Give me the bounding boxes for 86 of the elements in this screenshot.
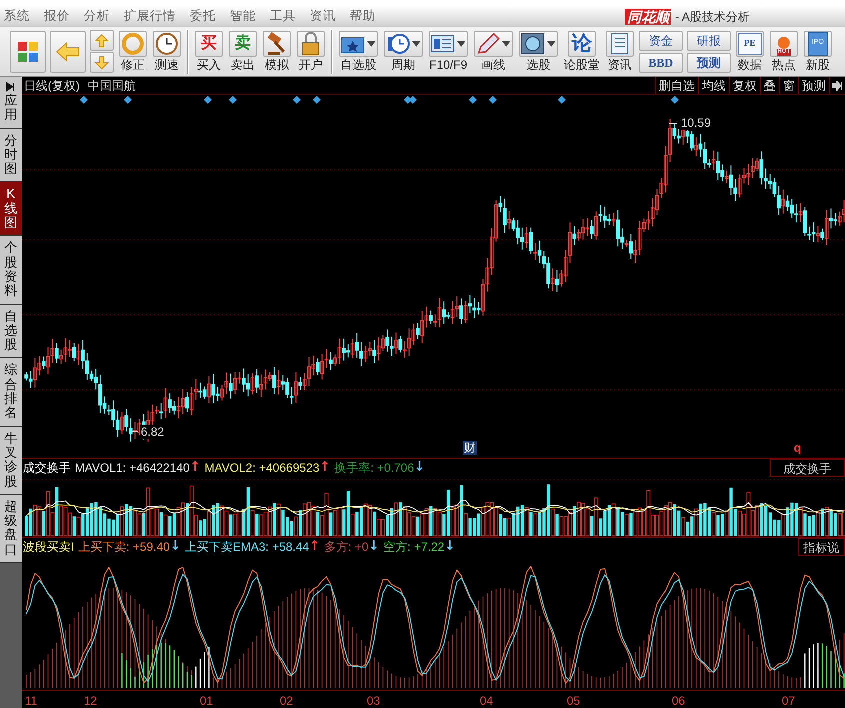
axis-month-label: 05 (567, 693, 580, 708)
chart-toolbar-button[interactable]: 窗 (779, 77, 798, 94)
axis-month-label: 11 (25, 693, 38, 708)
chart-toolbar-button[interactable]: 预测 (798, 77, 829, 94)
caret-icon (367, 40, 376, 46)
menu-item[interactable]: 资讯 (310, 7, 336, 26)
toolbar-button[interactable] (50, 30, 86, 72)
indicator-reading: 上买下卖EMA3: +58.44 (184, 539, 310, 556)
caret-icon (547, 40, 556, 46)
high-price-label: 10.59 (680, 116, 712, 130)
trend-arrow: ↑ (190, 458, 201, 477)
sidebar-tab[interactable]: 个股资料 (0, 236, 22, 305)
indicator-panel-title: 波段买卖I (23, 539, 74, 556)
up-arrow-icon (95, 34, 109, 48)
menu-item[interactable]: 报价 (44, 7, 70, 26)
indicator-reading: 空方: +7.22 (384, 539, 445, 556)
menu-item[interactable]: 工具 (270, 7, 296, 26)
axis-month-label: 12 (84, 693, 98, 708)
axis-month-label: 02 (280, 693, 294, 708)
sidebar-tab[interactable]: 超级盘口 (0, 494, 22, 564)
trend-arrow: ↓ (444, 538, 456, 556)
toolbar-button[interactable]: 预测 (687, 52, 731, 72)
sidebar-tab[interactable]: 牛叉诊股 (0, 426, 22, 495)
stock-name: 中国国航 (88, 78, 136, 94)
volume-panel-title: 成交换手 (23, 460, 71, 476)
sidebar-tab[interactable]: 综合排名 (0, 358, 22, 427)
pe-data-icon: PE (738, 32, 762, 54)
panel-indicator-button[interactable]: 成交换手 (770, 458, 845, 476)
chart-toolbar-button[interactable]: 删自选 (655, 77, 698, 94)
pencil-icon (475, 32, 501, 56)
chart-event-marker[interactable]: 财 (463, 441, 477, 455)
sidebar-tab[interactable]: 自选股 (0, 304, 22, 358)
caret-icon (412, 40, 421, 46)
menu-item[interactable]: 分析 (84, 7, 110, 26)
indicator-help-button[interactable]: 指标说 (798, 538, 845, 556)
app-logo: 同花顺 (625, 8, 672, 24)
arrow-right-icon (832, 80, 843, 90)
down-arrow-icon (95, 56, 109, 70)
trend-arrow: ↑ (309, 538, 320, 556)
toolbar-button[interactable]: 论 论股堂 (563, 30, 601, 72)
sidebar-tab[interactable]: 应用 (0, 77, 22, 129)
toolbar-button[interactable]: 资金 (639, 30, 683, 50)
axis-month-label: 06 (672, 693, 686, 708)
chart-period: 日线(复权) (24, 78, 80, 94)
axis-month-label: 03 (367, 693, 380, 708)
collapse-panel-button[interactable] (829, 77, 845, 94)
sidebar-tab[interactable]: K线图 (0, 182, 22, 236)
indicator-reading: 换手率: +0.706 (334, 460, 414, 476)
sell-glyph-icon: 卖 (231, 32, 255, 56)
back-arrow-icon (55, 40, 81, 62)
caret-icon (457, 40, 466, 46)
clock-chart-icon (385, 32, 411, 56)
menu-item[interactable]: 委托 (190, 7, 216, 26)
menu-item[interactable]: 帮助 (350, 7, 376, 26)
toolbar-button[interactable] (10, 30, 46, 72)
indicator-reading: 上买下卖: +59.40 (78, 539, 170, 556)
indicator-reading: MAVOL2: +40669523 (204, 460, 320, 476)
axis-month-label: 04 (480, 693, 494, 708)
chart-toolbar-button[interactable]: 叠 (760, 77, 779, 94)
menu-item[interactable]: 智能 (230, 7, 256, 26)
chart-toolbar-button[interactable]: 均线 (698, 77, 729, 94)
axis-month-label: 07 (782, 693, 796, 708)
toolbar-button[interactable]: BBD (639, 52, 683, 72)
indicator-reading: 多方: +0 (324, 539, 369, 556)
caret-icon (502, 40, 511, 46)
trend-arrow: ↑ (320, 458, 331, 477)
trend-arrow: ↓ (414, 458, 426, 477)
trend-arrow: ↓ (368, 538, 380, 556)
app-grid-icon (16, 40, 40, 64)
axis-month-label: 01 (200, 693, 214, 708)
trend-arrow: ↓ (170, 538, 181, 556)
window-title: - A股技术分析 (675, 8, 750, 26)
chart-toolbar-button[interactable]: 复权 (729, 77, 760, 94)
scroll-up-button[interactable] (90, 30, 114, 51)
toolbar-button[interactable]: 研报 (687, 30, 731, 50)
low-price-label: 6.82 (140, 425, 166, 439)
menu-item[interactable]: 系统 (4, 7, 30, 26)
menu-item[interactable]: 扩展行情 (124, 7, 176, 26)
sidebar-tab[interactable]: 分时图 (0, 128, 22, 182)
buy-glyph-icon: 买 (197, 32, 221, 56)
chart-event-marker[interactable]: q (793, 441, 802, 455)
expand-arrow-icon (6, 82, 16, 92)
indicator-reading: MAVOL1: +46422140 (75, 460, 190, 476)
clock-icon (154, 32, 180, 56)
forum-glyph-icon: 论 (569, 32, 595, 56)
scroll-down-button[interactable] (90, 52, 114, 73)
